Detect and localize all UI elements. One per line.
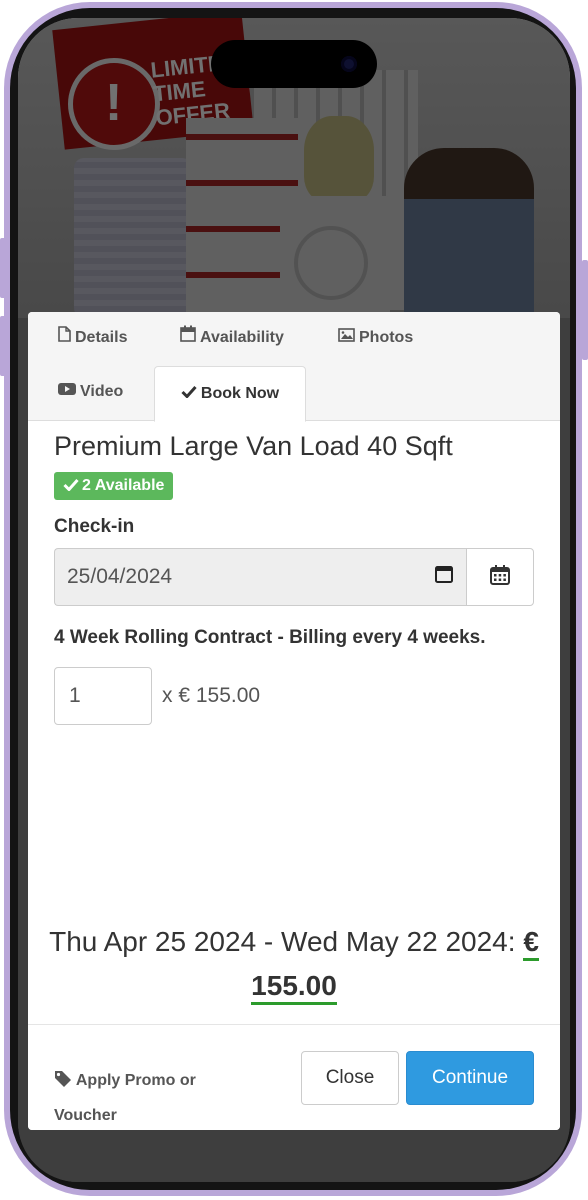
apply-promo-link[interactable]: Apply Promo or Voucher xyxy=(54,1063,234,1130)
calendar-button[interactable] xyxy=(466,548,534,606)
youtube-play-icon xyxy=(58,370,76,414)
modal-footer: Apply Promo or Voucher Close Continue xyxy=(28,1024,560,1130)
tab-video-label: Video xyxy=(80,383,124,401)
tab-details-label: Details xyxy=(75,329,128,347)
screen: ! LIMITED TIME OFFER Details Availability xyxy=(18,18,570,1182)
tab-photos-label: Photos xyxy=(359,329,414,347)
checkin-label: Check-in xyxy=(54,516,135,537)
contract-description: 4 Week Rolling Contract - Billing every … xyxy=(54,627,486,648)
tab-availability[interactable]: Availability xyxy=(180,316,284,360)
unit-title: Premium Large Van Load 40 Sqft xyxy=(54,431,453,461)
apply-promo-label: Apply Promo or Voucher xyxy=(54,1072,196,1124)
tab-bar: Details Availability Photos Video Book N… xyxy=(28,312,560,422)
booking-summary: Thu Apr 25 2024 - Wed May 22 2024: € 155… xyxy=(28,920,560,1008)
availability-badge: 2 Available xyxy=(54,472,174,500)
availability-badge-label: 2 Available xyxy=(82,477,165,494)
calendar-icon xyxy=(180,316,196,360)
unit-price: x € 155.00 xyxy=(162,684,261,707)
tag-icon xyxy=(54,1071,76,1089)
check-icon xyxy=(181,367,197,421)
tab-details[interactable]: Details xyxy=(58,316,127,360)
tab-availability-label: Availability xyxy=(200,329,284,347)
tab-book-now-label: Book Now xyxy=(200,385,280,403)
check-icon xyxy=(63,478,79,492)
quantity-row: 1 x € 155.00 xyxy=(54,667,534,725)
checkin-date-group: 25/04/2024 xyxy=(54,548,534,606)
calendar-picker-icon[interactable] xyxy=(434,564,454,590)
tab-book-now[interactable]: Book Now xyxy=(154,366,306,422)
dynamic-island xyxy=(211,40,377,88)
image-icon xyxy=(338,316,355,360)
quantity-input[interactable]: 1 xyxy=(54,667,152,725)
volume-down-button xyxy=(0,316,6,376)
checkin-date-value: 25/04/2024 xyxy=(67,565,173,588)
date-range: Thu Apr 25 2024 - Wed May 22 2024: xyxy=(49,926,516,957)
file-icon xyxy=(58,316,71,360)
power-button xyxy=(582,260,588,360)
tab-video[interactable]: Video xyxy=(58,370,123,414)
tab-photos[interactable]: Photos xyxy=(338,316,413,360)
booking-form: Premium Large Van Load 40 Sqft 2 Availab… xyxy=(28,431,560,725)
continue-button[interactable]: Continue xyxy=(406,1051,534,1105)
close-button[interactable]: Close xyxy=(301,1051,399,1105)
volume-up-button xyxy=(0,238,6,298)
calendar-icon xyxy=(489,564,511,591)
booking-modal: Details Availability Photos Video Book N… xyxy=(28,312,560,1130)
camera-icon xyxy=(341,56,357,72)
checkin-date-input[interactable]: 25/04/2024 xyxy=(54,548,466,606)
